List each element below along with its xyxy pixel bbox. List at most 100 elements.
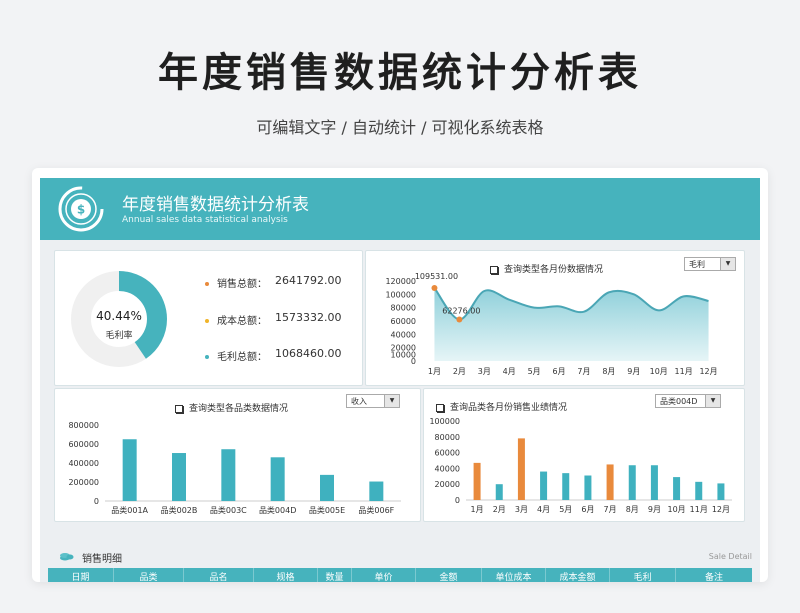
- page-title: 年度销售数据统计分析表: [158, 50, 642, 96]
- bar: [320, 474, 334, 501]
- kpi-value: 1573332.00: [275, 311, 342, 324]
- monthly-area-chart: 010000200004000060000800001000001200001月…: [385, 272, 717, 376]
- y-tick-label: 600000: [68, 440, 99, 449]
- svg-text:$: $: [77, 203, 85, 217]
- highlight-bar: [606, 464, 614, 500]
- x-tick-label: 4月: [503, 367, 516, 376]
- x-tick-label: 2月: [453, 367, 466, 376]
- kpi-value: 1068460.00: [275, 347, 342, 360]
- x-tick-label: 3月: [515, 505, 528, 514]
- x-tick-label: 11月: [690, 505, 708, 514]
- column-header[interactable]: 数量: [318, 568, 352, 582]
- x-tick-label: 8月: [602, 367, 615, 376]
- header-title: 年度销售数据统计分析表: [122, 195, 309, 215]
- bullet-dot-icon: [205, 355, 209, 359]
- donut-label: 毛利率: [105, 331, 133, 341]
- y-tick-label: 0: [455, 496, 460, 505]
- bar: [540, 471, 548, 500]
- x-tick-label: 1月: [471, 505, 484, 514]
- x-tick-label: 品类002B: [161, 505, 198, 515]
- kpi-profit-total: 毛利总额： 1068460.00: [205, 347, 341, 363]
- column-header[interactable]: 品类: [114, 568, 184, 582]
- bar: [172, 453, 186, 501]
- kpi-card: 40.44% 毛利率 销售总额： 2641792.00 成本总额： 157333…: [54, 250, 363, 386]
- bar: [673, 477, 681, 500]
- kpi-label: 成本总额：: [217, 316, 267, 327]
- y-tick-label: 60000: [435, 449, 460, 458]
- x-tick-label: 8月: [626, 505, 639, 514]
- y-tick-label: 200000: [68, 478, 99, 487]
- y-tick-label: 800000: [68, 421, 99, 430]
- x-tick-label: 6月: [581, 505, 594, 514]
- detail-title: 销售明细: [82, 554, 122, 565]
- y-tick-label: 20000: [391, 344, 416, 353]
- y-tick-label: 100000: [429, 417, 460, 426]
- column-header[interactable]: 毛利: [610, 568, 676, 582]
- y-tick-label: 400000: [68, 459, 99, 468]
- kpi-value: 2641792.00: [275, 274, 342, 287]
- dollar-coin-icon: $: [58, 186, 104, 232]
- category-bar-chart: 0 200000 400000 600000 800000 品类001A 品类002B 品类0…: [68, 421, 401, 515]
- bar: [562, 473, 570, 500]
- x-tick-label: 5月: [559, 505, 572, 514]
- kpi-sales-total: 销售总额： 2641792.00: [205, 274, 341, 290]
- x-tick-label: 11月: [675, 367, 693, 376]
- bar: [717, 483, 725, 500]
- y-tick-label: 60000: [391, 317, 416, 326]
- stack-coins-icon: [60, 553, 74, 561]
- detail-subtitle: Sale Detail: [708, 552, 752, 561]
- column-header[interactable]: 规格: [254, 568, 318, 582]
- x-tick-label: 12月: [712, 505, 730, 514]
- x-tick-label: 12月: [699, 367, 717, 376]
- category-chart-card: 查询类型各品类数据情况 收入 ▼ 0 200000 400000 600000 80000…: [54, 388, 421, 522]
- x-tick-label: 9月: [627, 367, 640, 376]
- highlight-point: [456, 316, 463, 323]
- column-header[interactable]: 单价: [352, 568, 416, 582]
- y-tick-label: 80000: [391, 304, 416, 313]
- donut-percent: 40.44%: [96, 309, 142, 323]
- dashboard-sheet: $ 年度销售数据统计分析表 Annual sales data statisti…: [32, 168, 768, 582]
- header-subtitle: Annual sales data statistical analysis: [122, 215, 288, 225]
- x-tick-label: 品类001A: [111, 505, 148, 515]
- monthly-chart-card: 查询类型各月份数据情况 毛利 ▼ 0 10000 20000 40000 60000 800…: [365, 250, 745, 386]
- x-tick-label: 品类003C: [210, 505, 247, 515]
- data-label: 109531.00: [415, 272, 458, 281]
- y-tick-label: 80000: [435, 433, 460, 442]
- x-tick-label: 7月: [577, 367, 590, 376]
- page-subtitle: 可编辑文字 / 自动统计 / 可视化系统表格: [256, 118, 544, 137]
- x-tick-label: 7月: [604, 505, 617, 514]
- kpi-label: 销售总额：: [217, 279, 267, 290]
- bar: [270, 457, 285, 501]
- detail-table-header: 日期 品类 品名 规格 数量 单价 金额 单位成本 成本金额 毛利 备注: [48, 568, 752, 582]
- bullet-dot-icon: [205, 319, 209, 323]
- product-monthly-bar-chart: 0 20000 40000 60000 80000 100000 1月 2月 3月 4月 5月 6月 7…: [429, 417, 732, 514]
- x-tick-label: 品类006F: [358, 505, 394, 515]
- bar: [628, 465, 636, 500]
- data-label: 62276.00: [442, 306, 480, 315]
- dashboard-inner: $ 年度销售数据统计分析表 Annual sales data statisti…: [40, 178, 760, 582]
- column-header[interactable]: 成本金额: [546, 568, 610, 582]
- column-header[interactable]: 品名: [184, 568, 254, 582]
- bar: [695, 481, 703, 500]
- column-header[interactable]: 金额: [416, 568, 482, 582]
- x-tick-label: 1月: [428, 367, 441, 376]
- bar: [495, 484, 503, 500]
- y-tick-label: 120000: [385, 277, 416, 286]
- highlight-point: [431, 284, 438, 291]
- y-tick-label: 0: [94, 497, 99, 506]
- bar: [221, 449, 236, 501]
- y-tick-label: 100000: [385, 290, 416, 299]
- column-header[interactable]: 备注: [676, 568, 752, 582]
- bullet-dot-icon: [205, 282, 209, 286]
- highlight-bar: [473, 462, 481, 500]
- bar: [122, 439, 137, 501]
- column-header[interactable]: 单位成本: [482, 568, 546, 582]
- kpi-label: 毛利总额：: [217, 352, 267, 363]
- x-tick-label: 4月: [537, 505, 550, 514]
- kpi-cost-total: 成本总额： 1573332.00: [205, 311, 341, 327]
- x-tick-label: 6月: [552, 367, 565, 376]
- column-header[interactable]: 日期: [48, 568, 114, 582]
- y-tick-label: 40000: [391, 330, 416, 339]
- x-tick-label: 10月: [650, 367, 668, 376]
- x-tick-label: 品类004D: [259, 505, 296, 515]
